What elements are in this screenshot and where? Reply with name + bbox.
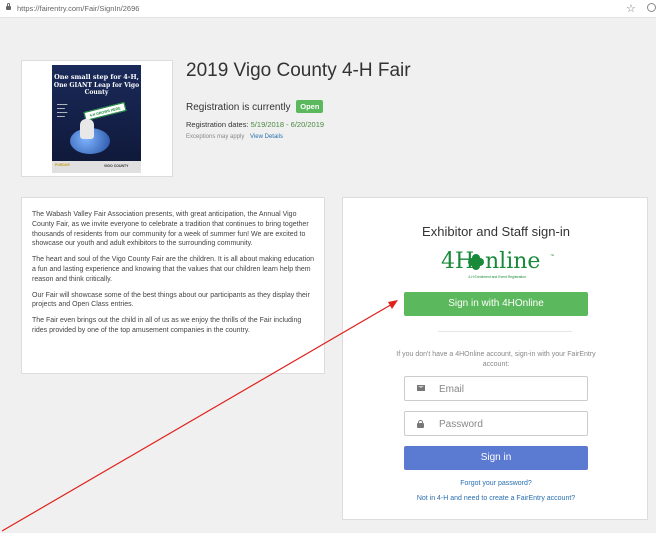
signin-button[interactable]: Sign in (404, 446, 588, 470)
create-account-link[interactable]: Not in 4-H and need to create a FairEntr… (343, 495, 649, 502)
registration-status-text: Registration is currently (186, 102, 291, 113)
clover-icon (468, 254, 484, 270)
poster-footer-left: PURDUE (55, 163, 70, 167)
event-thumbnail: One small step for 4-H, One GIANT Leap f… (21, 60, 173, 177)
logo-trademark: ™ (550, 253, 554, 258)
registration-dates: Registration dates: 5/19/2018 - 6/20/201… (186, 120, 324, 129)
email-field[interactable] (404, 376, 588, 401)
poster-footer-right: VIGO COUNTY (104, 164, 129, 168)
registration-dates-value: 5/19/2018 - 6/20/2019 (250, 120, 325, 129)
description-paragraph: The Fair even brings out the child in al… (32, 317, 302, 334)
description-paragraph: The Wabash Valley Fair Association prese… (32, 211, 309, 248)
email-input[interactable] (439, 380, 579, 398)
page-title: 2019 Vigo County 4-H Fair (186, 60, 411, 81)
logo-subtitle: 4-H Enrollment and Event Registration (468, 275, 526, 279)
exceptions-text: Exceptions may apply (186, 134, 245, 140)
alt-signin-text: If you don't have a 4HOnline account, si… (396, 351, 596, 368)
divider (438, 331, 572, 332)
poster-headline-2: One GIANT Leap for Vigo County (53, 82, 140, 96)
status-badge: Open (296, 100, 324, 113)
astronaut-icon (80, 119, 94, 139)
forgot-password-link[interactable]: Forgot your password? (343, 480, 649, 487)
envelope-icon (417, 385, 425, 391)
fair-description-panel: The Wabash Valley Fair Association prese… (21, 197, 325, 374)
view-details-link[interactable]: View Details (250, 134, 283, 140)
exceptions-note: Exceptions may apply View Details (186, 134, 283, 140)
password-input[interactable] (439, 415, 579, 433)
signin-4honline-button[interactable]: Sign in with 4HOnline (404, 292, 588, 316)
extension-icon[interactable] (647, 3, 656, 12)
signin-title: Exhibitor and Staff sign-in (422, 224, 570, 239)
lock-icon (6, 3, 11, 11)
poster-info-lines: ▬▬▬▬ ▬▬▬ ▬▬▬▬ ▬▬▬ (57, 103, 68, 118)
browser-address-bar[interactable]: https://fairentry.com/Fair/SignIn/2696 ☆ (0, 0, 656, 18)
lock-icon (417, 420, 424, 428)
description-paragraph: Our Fair will showcase some of the best … (32, 291, 310, 309)
4honline-logo: 4H nline ™ 4-H Enrollment and Event Regi… (441, 249, 554, 279)
poster-banner: 4-H GROWS HERE (83, 102, 127, 121)
fair-poster-image: One small step for 4-H, One GIANT Leap f… (52, 65, 141, 173)
registration-status: Registration is currently Open (186, 100, 324, 113)
registration-dates-label: Registration dates: (186, 120, 249, 129)
poster-headline-1: One small step for 4-H, (54, 73, 139, 81)
password-field[interactable] (404, 411, 588, 436)
star-icon[interactable]: ☆ (626, 2, 636, 15)
description-paragraph: The heart and soul of the Vigo County Fa… (32, 256, 314, 283)
signin-panel: Exhibitor and Staff sign-in 4H nline ™ 4… (342, 197, 648, 520)
url-text[interactable]: https://fairentry.com/Fair/SignIn/2696 (17, 4, 139, 13)
logo-text-right: nline (485, 249, 541, 274)
poster-footer: PURDUE VIGO COUNTY (52, 161, 141, 173)
